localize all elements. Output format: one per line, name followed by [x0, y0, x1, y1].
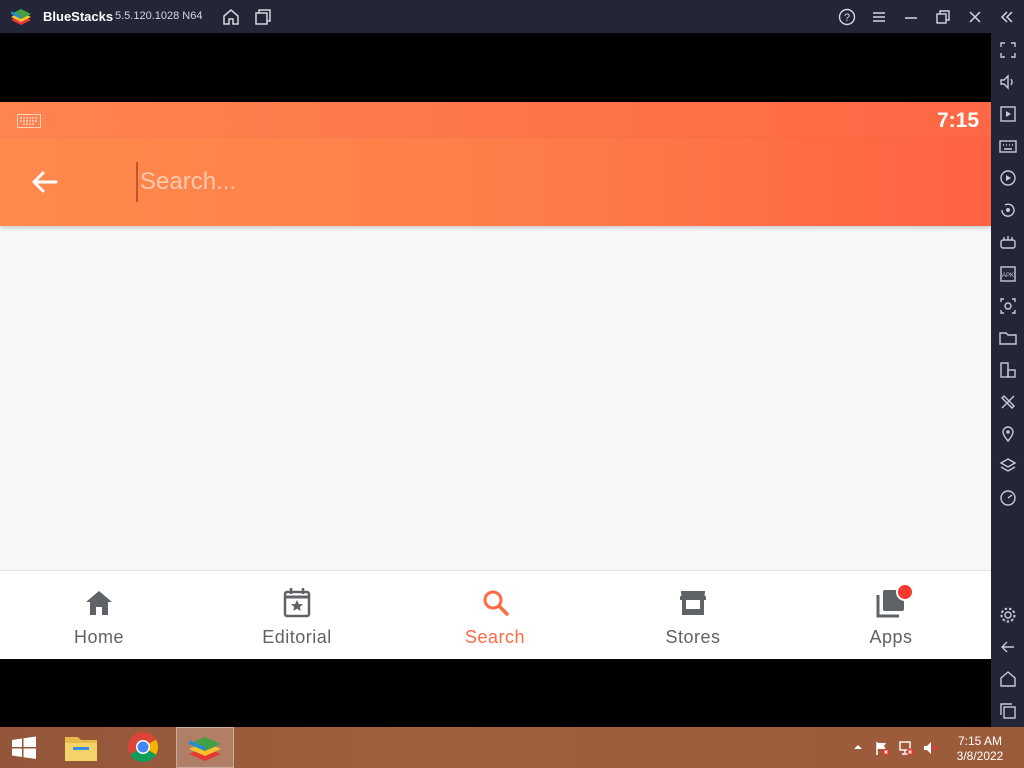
- nav-label: Apps: [869, 627, 913, 647]
- macro-play-icon[interactable]: [998, 168, 1018, 188]
- back-icon[interactable]: [998, 637, 1018, 657]
- nav-label: Stores: [665, 627, 721, 647]
- home-icon[interactable]: [221, 7, 241, 27]
- show-hidden-icons-icon[interactable]: [852, 740, 864, 754]
- taskbar-clock[interactable]: 7:15 AM 3/8/2022: [950, 734, 1010, 764]
- chrome-icon[interactable]: [120, 727, 166, 768]
- multi-instance-icon[interactable]: [253, 7, 273, 27]
- network-icon[interactable]: [898, 740, 914, 756]
- status-clock: 7:15: [936, 109, 979, 132]
- calendar-star-icon: [282, 585, 312, 619]
- bluestacks-taskbar-icon[interactable]: [176, 727, 234, 768]
- volume-icon[interactable]: [998, 72, 1018, 92]
- taskbar-date: 3/8/2022: [956, 749, 1004, 763]
- svg-text:?: ?: [844, 12, 850, 24]
- app-name: BlueStacks: [43, 9, 114, 24]
- help-icon[interactable]: ?: [837, 7, 857, 27]
- keyboard-icon[interactable]: [998, 136, 1018, 156]
- nav-label: Home: [73, 627, 124, 647]
- file-explorer-icon[interactable]: [58, 727, 104, 768]
- media-icon[interactable]: [998, 104, 1018, 124]
- back-arrow-icon[interactable]: [28, 168, 60, 196]
- location-icon[interactable]: [998, 424, 1018, 444]
- layers-icon[interactable]: [998, 456, 1018, 476]
- fullscreen-icon[interactable]: [998, 40, 1018, 60]
- android-screen: 7:15 Home Editorial Search: [0, 102, 991, 659]
- app-version: 5.5.120.1028 N64: [115, 10, 202, 22]
- multi-instance-icon[interactable]: [998, 360, 1018, 380]
- nav-stores[interactable]: Stores: [594, 571, 792, 659]
- nav-label: Editorial: [262, 627, 332, 647]
- keyboard-icon: [17, 114, 41, 128]
- folder-icon[interactable]: [998, 328, 1018, 348]
- apk-icon[interactable]: APK: [998, 264, 1018, 284]
- nav-apps[interactable]: Apps: [792, 571, 990, 659]
- home-icon: [84, 585, 114, 619]
- eco-mode-icon[interactable]: [998, 392, 1018, 412]
- search-results-area: [0, 226, 991, 570]
- store-icon: [678, 585, 708, 619]
- architecture: N64: [182, 10, 203, 22]
- rotate-icon[interactable]: [998, 200, 1018, 220]
- windows-taskbar: 7:15 AM 3/8/2022: [0, 727, 1024, 768]
- nav-search[interactable]: Search: [396, 571, 594, 659]
- settings-icon[interactable]: [998, 605, 1018, 625]
- nav-home[interactable]: Home: [0, 571, 198, 659]
- bottom-navigation: Home Editorial Search Stores Apps: [0, 570, 991, 659]
- gamepad-icon[interactable]: [998, 232, 1018, 252]
- screenshot-icon[interactable]: [998, 296, 1018, 316]
- restore-icon[interactable]: [933, 7, 953, 27]
- recents-icon[interactable]: [998, 701, 1018, 721]
- nav-label: Search: [464, 627, 526, 647]
- svg-text:APK: APK: [1002, 273, 1014, 279]
- notification-badge: [896, 583, 914, 601]
- search-icon: [480, 585, 510, 619]
- search-app-bar: [0, 138, 991, 226]
- volume-muted-icon[interactable]: [922, 740, 938, 756]
- collapse-sidebar-icon[interactable]: [997, 7, 1017, 27]
- taskbar-time: 7:15 AM: [957, 734, 1003, 748]
- action-center-flag-icon[interactable]: [874, 740, 890, 756]
- search-input[interactable]: [136, 162, 900, 202]
- home-icon[interactable]: [998, 669, 1018, 689]
- minimize-icon[interactable]: [901, 7, 921, 27]
- nav-editorial[interactable]: Editorial: [198, 571, 396, 659]
- menu-icon[interactable]: [869, 7, 889, 27]
- speed-icon[interactable]: [998, 488, 1018, 508]
- bluestacks-logo-icon: [10, 7, 32, 27]
- version-number: 5.5.120.1028: [115, 10, 180, 22]
- title-bar: BlueStacks 5.5.120.1028 N64 ?: [0, 0, 1024, 33]
- close-icon[interactable]: [965, 7, 985, 27]
- start-button[interactable]: [0, 727, 48, 768]
- bluestacks-sidebar: APK: [991, 33, 1024, 727]
- android-status-bar: 7:15: [0, 102, 991, 138]
